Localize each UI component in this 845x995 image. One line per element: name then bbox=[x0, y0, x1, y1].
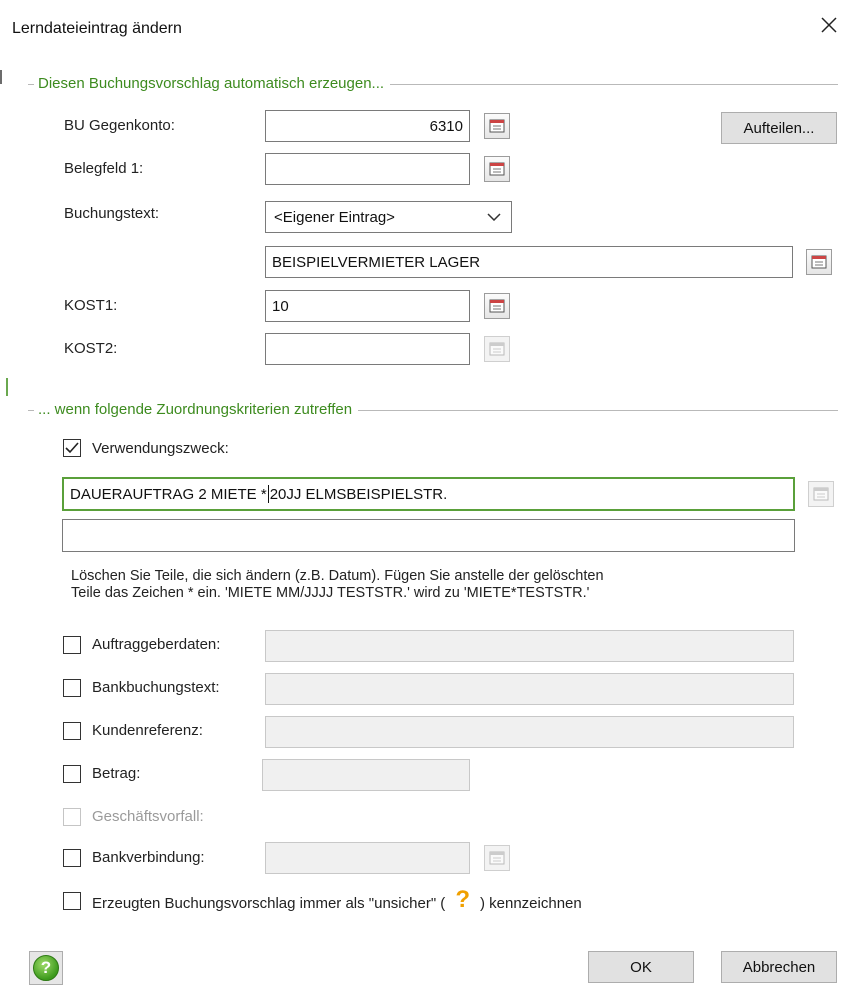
list-picker-icon bbox=[489, 299, 505, 313]
close-button[interactable] bbox=[818, 14, 840, 36]
auftraggeberdaten-label: Auftraggeberdaten: bbox=[92, 636, 221, 653]
window-edge-mark bbox=[0, 70, 2, 84]
list-picker-icon bbox=[813, 487, 829, 501]
list-picker-icon bbox=[489, 162, 505, 176]
unsicher-checkbox[interactable] bbox=[63, 892, 81, 910]
verwendungszweck-label: Verwendungszweck: bbox=[92, 440, 229, 457]
belegfeld-input[interactable] bbox=[265, 153, 470, 185]
unsicher-label-after: ) kennzeichnen bbox=[479, 894, 582, 912]
buchungstext-selected: <Eigener Eintrag> bbox=[274, 208, 395, 226]
bu-gegenkonto-label: BU Gegenkonto: bbox=[64, 117, 175, 134]
kost2-input[interactable] bbox=[265, 333, 470, 365]
dialog-title: Lerndateieintrag ändern bbox=[12, 20, 182, 37]
aufteilen-button[interactable]: Aufteilen... bbox=[721, 112, 837, 144]
list-picker-icon bbox=[489, 851, 505, 865]
buchungstext-value: BEISPIELVERMIETER LAGER bbox=[272, 253, 481, 271]
geschaeftsvorfall-checkbox bbox=[63, 808, 81, 826]
help-icon: ? bbox=[33, 955, 59, 981]
bu-gegenkonto-picker-button[interactable] bbox=[484, 113, 510, 139]
bu-gegenkonto-input[interactable]: 6310 bbox=[265, 110, 470, 142]
list-picker-icon bbox=[489, 119, 505, 133]
list-picker-icon bbox=[489, 342, 505, 356]
kost2-picker-button bbox=[484, 336, 510, 362]
verwendungszweck-checkbox[interactable] bbox=[63, 439, 81, 457]
cancel-button[interactable]: Abbrechen bbox=[721, 951, 837, 983]
betrag-input bbox=[262, 759, 470, 791]
bankverbindung-label: Bankverbindung: bbox=[92, 849, 205, 866]
kost1-input[interactable]: 10 bbox=[265, 290, 470, 322]
buchungstext-label: Buchungstext: bbox=[64, 205, 160, 222]
group1-label: Diesen Buchungsvorschlag automatisch erz… bbox=[34, 75, 391, 92]
kost1-picker-button[interactable] bbox=[484, 293, 510, 319]
auftraggeberdaten-input bbox=[265, 630, 794, 662]
window-edge-mark-green bbox=[6, 378, 8, 396]
bankverbindung-checkbox[interactable] bbox=[63, 849, 81, 867]
buchungstext-input[interactable]: BEISPIELVERMIETER LAGER bbox=[265, 246, 793, 278]
verwendungszweck-picker-button bbox=[808, 481, 834, 507]
ok-button[interactable]: OK bbox=[588, 951, 694, 983]
list-picker-icon bbox=[811, 255, 827, 269]
buchungstext-picker-button[interactable] bbox=[806, 249, 832, 275]
bu-gegenkonto-value: 6310 bbox=[429, 117, 463, 135]
bankverbindung-input bbox=[265, 842, 470, 874]
geschaeftsvorfall-label: Geschäftsvorfall: bbox=[92, 808, 204, 825]
bankbuchungstext-input bbox=[265, 673, 794, 705]
kost2-label: KOST2: bbox=[64, 340, 118, 357]
checkmark-icon bbox=[65, 442, 79, 454]
belegfeld-picker-button[interactable] bbox=[484, 156, 510, 182]
hint-line1: Löschen Sie Teile, die sich ändern (z.B.… bbox=[71, 568, 604, 584]
group2-label: ... wenn folgende Zuordnungskriterien zu… bbox=[34, 401, 359, 418]
close-icon bbox=[821, 17, 837, 33]
bankbuchungstext-checkbox[interactable] bbox=[63, 679, 81, 697]
question-mark-warning-icon: ? bbox=[455, 886, 470, 913]
verwendungszweck-text-after-caret: 20JJ ELMSBEISPIELSTR. bbox=[269, 485, 448, 503]
bankbuchungstext-label: Bankbuchungstext: bbox=[92, 679, 220, 696]
unsicher-label-before: Erzeugten Buchungsvorschlag immer als "u… bbox=[92, 894, 446, 912]
auftraggeberdaten-checkbox[interactable] bbox=[63, 636, 81, 654]
kundenreferenz-input bbox=[265, 716, 794, 748]
kost1-value: 10 bbox=[272, 297, 289, 315]
verwendungszweck-input-line2[interactable] bbox=[62, 519, 795, 552]
verwendungszweck-text-before-caret: DAUERAUFTRAG 2 MIETE * bbox=[70, 485, 267, 503]
belegfeld-label: Belegfeld 1: bbox=[64, 160, 144, 177]
betrag-checkbox[interactable] bbox=[63, 765, 81, 783]
text-caret bbox=[267, 485, 269, 503]
kost1-label: KOST1: bbox=[64, 297, 118, 314]
kundenreferenz-label: Kundenreferenz: bbox=[92, 722, 203, 739]
bankverbindung-picker-button bbox=[484, 845, 510, 871]
unsicher-label: Erzeugten Buchungsvorschlag immer als "u… bbox=[92, 886, 582, 914]
buchungstext-select[interactable]: <Eigener Eintrag> bbox=[265, 201, 512, 233]
betrag-label: Betrag: bbox=[92, 765, 141, 782]
hint-line2: Teile das Zeichen * ein. 'MIETE MM/JJJJ … bbox=[71, 585, 590, 601]
help-button[interactable]: ? bbox=[29, 951, 63, 985]
chevron-down-icon bbox=[487, 213, 501, 221]
kundenreferenz-checkbox[interactable] bbox=[63, 722, 81, 740]
verwendungszweck-input-line1[interactable]: DAUERAUFTRAG 2 MIETE * 20JJ ELMSBEISPIELS… bbox=[62, 477, 795, 511]
